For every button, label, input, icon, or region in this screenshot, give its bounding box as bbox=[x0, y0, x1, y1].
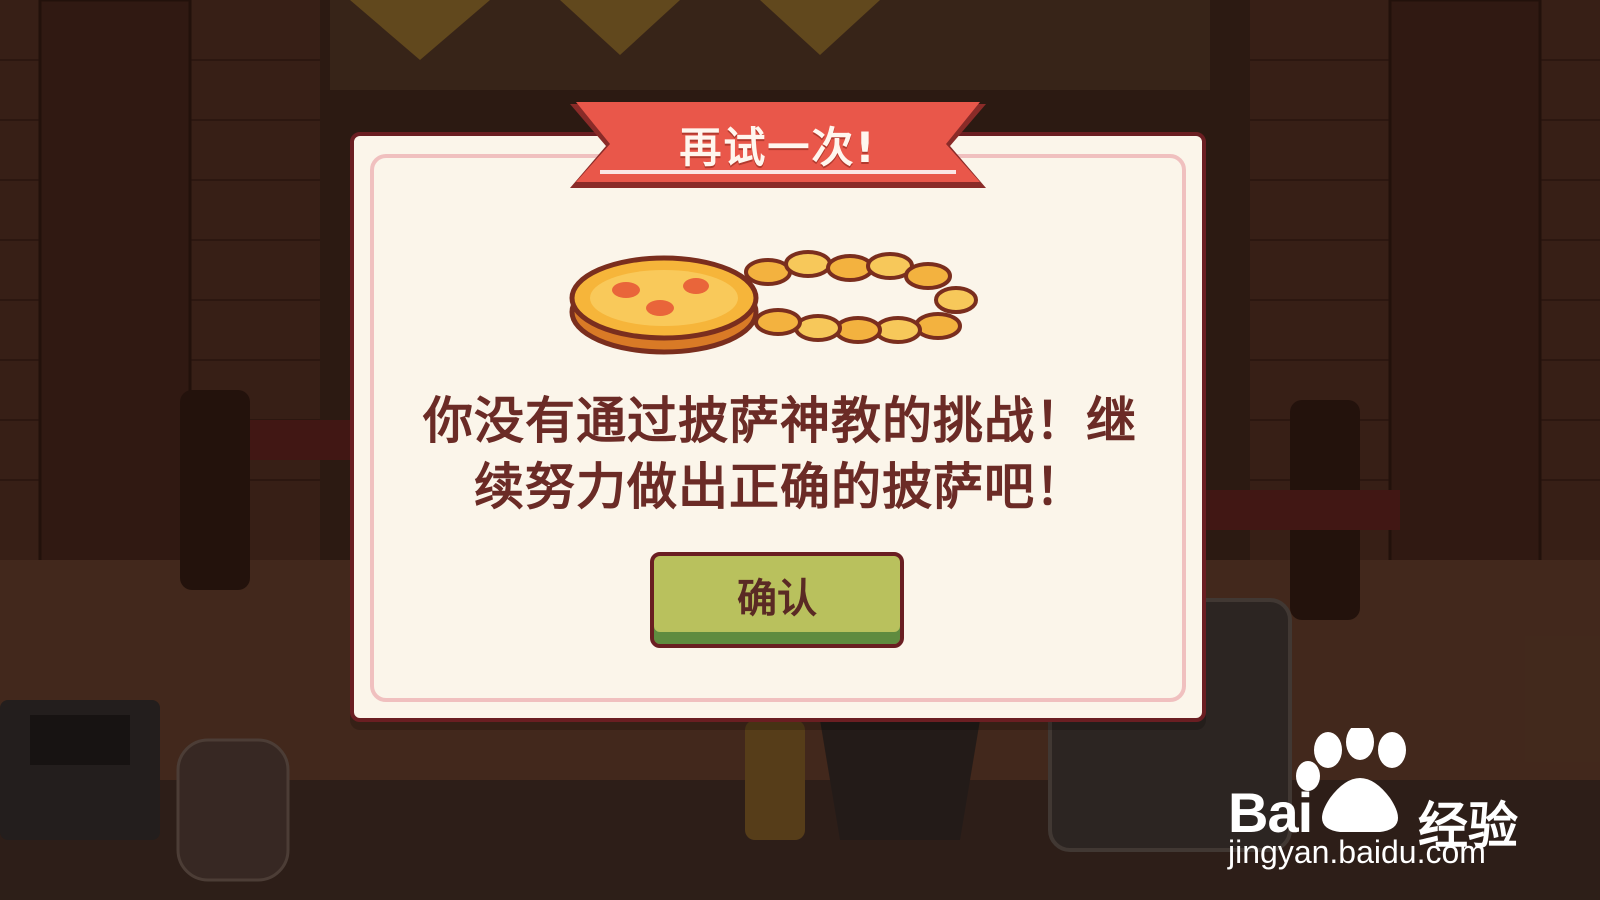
message-line-1: 你没有通过披萨神教的挑战！继 bbox=[423, 392, 1137, 450]
dialog-message: 你没有通过披萨神教的挑战！继 续努力做出正确的披萨吧！ bbox=[400, 388, 1160, 520]
watermark-url: jingyan.baidu.com bbox=[1228, 834, 1486, 870]
message-line-2: 续努力做出正确的披萨吧！ bbox=[474, 458, 1086, 516]
confirm-button[interactable]: 确认 bbox=[650, 552, 904, 648]
confirm-button-label: 确认 bbox=[737, 576, 817, 622]
dialog-title: 再试一次! bbox=[679, 122, 877, 172]
pizza-medal-chain-icon bbox=[569, 250, 978, 355]
